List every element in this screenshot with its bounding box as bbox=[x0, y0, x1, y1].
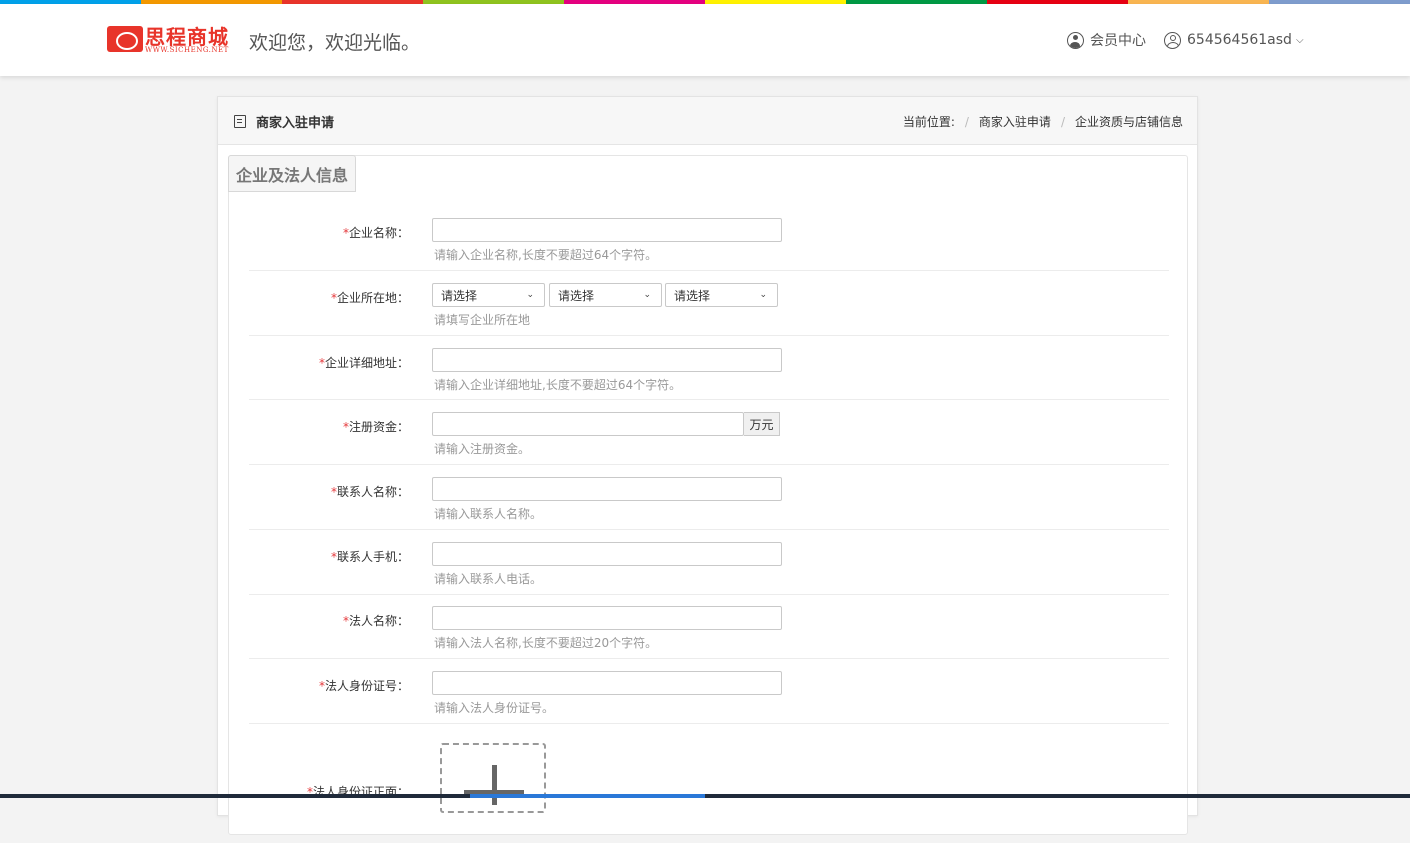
user-outline-icon bbox=[1164, 31, 1181, 49]
legal-id-input[interactable] bbox=[432, 671, 782, 695]
form-row-capital: *注册资金： 万元 请输入注册资金。 bbox=[249, 412, 1169, 465]
panel-title: 商家入驻申请 bbox=[234, 112, 334, 131]
section-title: 企业及法人信息 bbox=[228, 155, 356, 192]
capital-hint: 请输入注册资金。 bbox=[434, 442, 531, 456]
company-name-hint: 请输入企业名称,长度不要超过64个字符。 bbox=[434, 248, 658, 262]
contact-phone-input[interactable] bbox=[432, 542, 782, 566]
contact-phone-label: *联系人手机： bbox=[330, 550, 409, 564]
bottom-strip-segment bbox=[705, 794, 940, 798]
breadcrumb-item-apply[interactable]: 商家入驻申请 bbox=[979, 113, 1051, 130]
id-front-upload-button[interactable] bbox=[440, 743, 546, 813]
address-label: *企业详细地址： bbox=[318, 356, 409, 370]
bottom-strip-segment bbox=[235, 794, 470, 798]
breadcrumb-separator: / bbox=[1060, 114, 1065, 129]
company-info-form: 企业及法人信息 *企业名称： 请输入企业名称,长度不要超过64个字符。 *企业所… bbox=[228, 155, 1188, 835]
form-row-id-front: *法人身份证正面： bbox=[249, 743, 1169, 843]
form-row-legal-id: *法人身份证号： 请输入法人身份证号。 bbox=[249, 671, 1169, 724]
breadcrumb-item-current: 企业资质与店铺信息 bbox=[1074, 115, 1183, 129]
plus-icon bbox=[492, 765, 497, 805]
legal-name-hint: 请输入法人名称,长度不要超过20个字符。 bbox=[434, 636, 658, 650]
capital-unit-addon: 万元 bbox=[744, 412, 780, 436]
location-label: *企业所在地： bbox=[330, 291, 409, 305]
form-row-contact-phone: *联系人手机： 请输入联系人电话。 bbox=[249, 542, 1169, 595]
capital-label: *注册资金： bbox=[342, 420, 409, 434]
legal-name-input[interactable] bbox=[432, 606, 782, 630]
form-row-legal-name: *法人名称： 请输入法人名称,长度不要超过20个字符。 bbox=[249, 606, 1169, 659]
chevron-down-icon: ⌄ bbox=[643, 290, 651, 300]
site-header: 思程商城 WWW.SICHENG.NET 欢迎您，欢迎光临。 会员中心 6545… bbox=[0, 4, 1410, 76]
address-hint: 请输入企业详细地址,长度不要超过64个字符。 bbox=[434, 378, 682, 392]
chevron-down-icon: ⌵ bbox=[1295, 34, 1304, 46]
bottom-strip-segment bbox=[940, 794, 1175, 798]
bottom-strip-segment bbox=[0, 794, 235, 798]
address-input[interactable] bbox=[432, 348, 782, 372]
legal-id-hint: 请输入法人身份证号。 bbox=[434, 701, 555, 715]
user-menu-dropdown[interactable]: 654564561asd ⌵ bbox=[1164, 30, 1304, 50]
form-row-location: *企业所在地： 请选择 ⌄ 请选择 ⌄ 请选择 ⌄ 请填写企业所在地 bbox=[249, 283, 1169, 336]
breadcrumb: 当前位置: / 商家入驻申请 / 企业资质与店铺信息 bbox=[903, 113, 1183, 130]
legal-id-label: *法人身份证号： bbox=[318, 679, 409, 693]
chevron-down-icon: ⌄ bbox=[759, 290, 767, 300]
province-select[interactable]: 请选择 ⌄ bbox=[432, 283, 545, 307]
breadcrumb-separator: / bbox=[964, 114, 969, 129]
bottom-strip bbox=[0, 794, 1410, 798]
document-icon bbox=[234, 115, 246, 128]
member-center-link[interactable]: 会员中心 bbox=[1067, 30, 1146, 50]
user-circle-icon bbox=[1067, 31, 1084, 49]
breadcrumb-prefix: 当前位置: bbox=[902, 115, 955, 129]
bottom-strip-segment bbox=[470, 794, 705, 798]
location-hint: 请填写企业所在地 bbox=[434, 313, 531, 327]
chevron-down-icon: ⌄ bbox=[526, 290, 534, 300]
city-select[interactable]: 请选择 ⌄ bbox=[549, 283, 662, 307]
username-label: 654564561asd bbox=[1187, 32, 1292, 48]
panel-header: 商家入驻申请 当前位置: / 商家入驻申请 / 企业资质与店铺信息 bbox=[218, 97, 1197, 145]
form-row-contact-name: *联系人名称： 请输入联系人名称。 bbox=[249, 477, 1169, 530]
contact-name-hint: 请输入联系人名称。 bbox=[434, 507, 543, 521]
district-select[interactable]: 请选择 ⌄ bbox=[665, 283, 778, 307]
legal-name-label: *法人名称： bbox=[342, 614, 409, 628]
contact-name-label: *联系人名称： bbox=[330, 485, 409, 499]
form-row-address: *企业详细地址： 请输入企业详细地址,长度不要超过64个字符。 bbox=[249, 348, 1169, 400]
logo-subtext: WWW.SICHENG.NET bbox=[145, 46, 229, 54]
contact-name-input[interactable] bbox=[432, 477, 782, 501]
merchant-application-panel: 商家入驻申请 当前位置: / 商家入驻申请 / 企业资质与店铺信息 企业及法人信… bbox=[217, 96, 1198, 835]
capital-input[interactable] bbox=[432, 412, 744, 436]
form-row-company-name: *企业名称： 请输入企业名称,长度不要超过64个字符。 bbox=[249, 218, 1169, 271]
company-name-label: *企业名称： bbox=[342, 226, 409, 240]
company-name-input[interactable] bbox=[432, 218, 782, 242]
logo-mark-icon bbox=[107, 26, 143, 52]
contact-phone-hint: 请输入联系人电话。 bbox=[434, 572, 543, 586]
bottom-strip-segment bbox=[1175, 794, 1410, 798]
member-center-label: 会员中心 bbox=[1090, 33, 1146, 49]
panel-title-text: 商家入驻申请 bbox=[256, 116, 335, 131]
site-logo[interactable]: 思程商城 WWW.SICHENG.NET bbox=[107, 24, 241, 56]
welcome-text: 欢迎您，欢迎光临。 bbox=[249, 32, 421, 54]
